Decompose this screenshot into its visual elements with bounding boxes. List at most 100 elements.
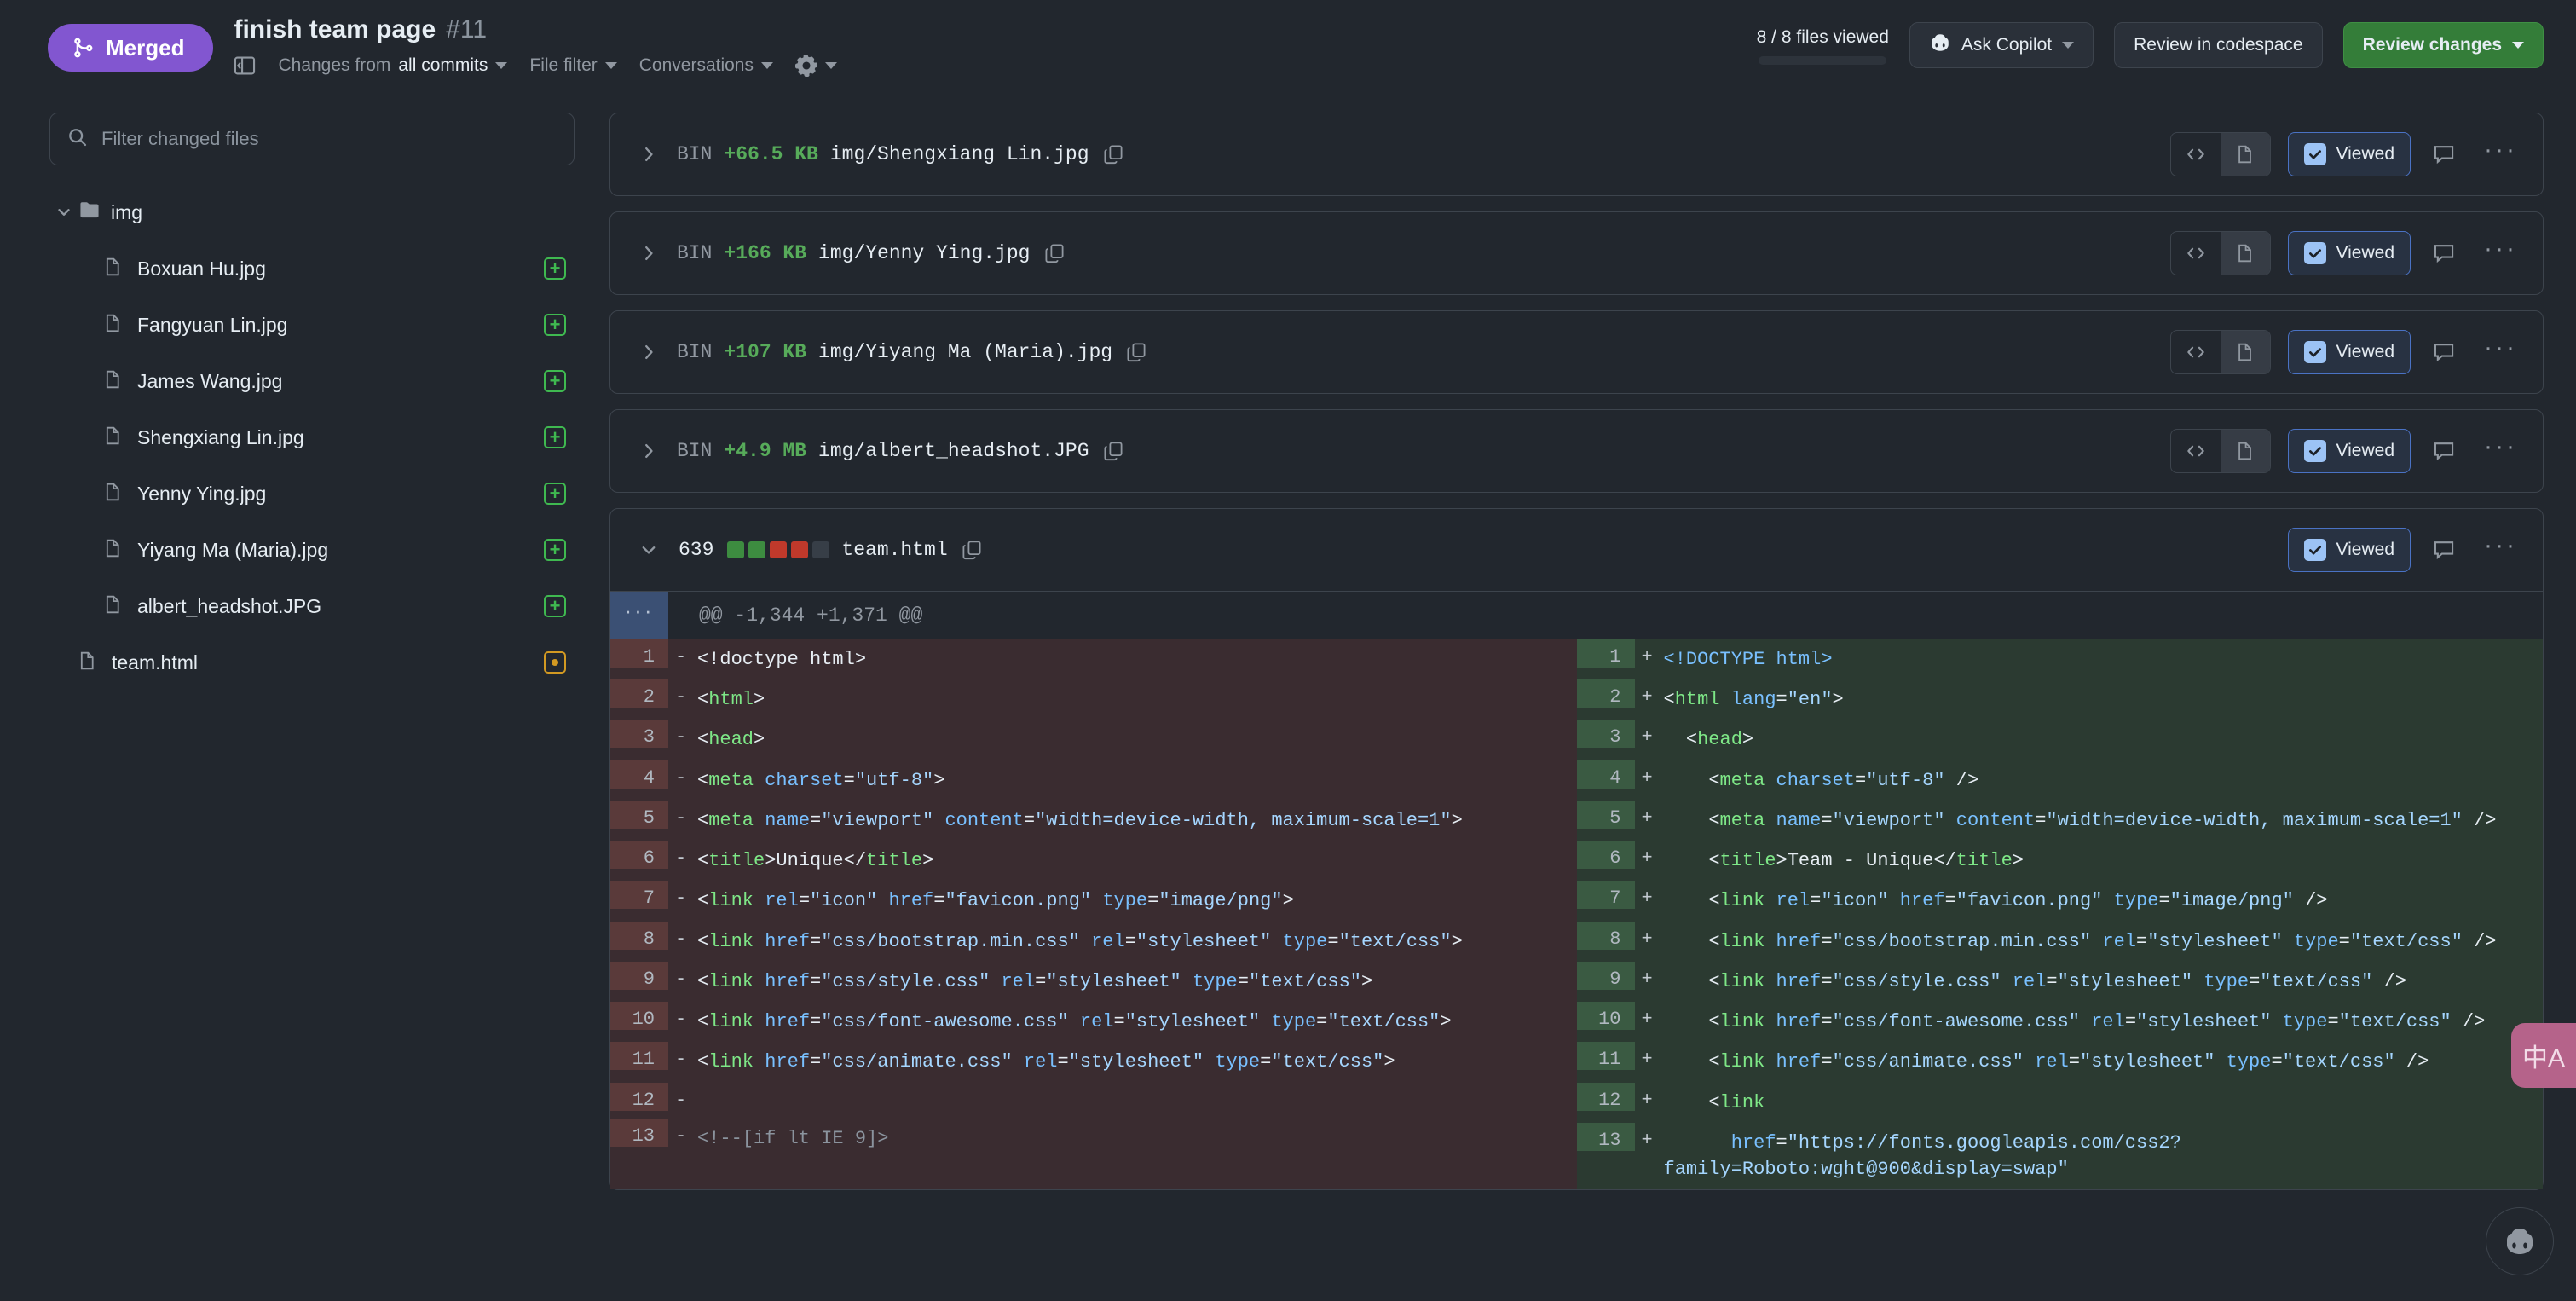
diff-line[interactable]: 2-<html>	[610, 679, 1577, 720]
diff-line[interactable]: 7-<link rel="icon" href="favicon.png" ty…	[610, 881, 1577, 921]
diff-line-sign: -	[668, 801, 694, 829]
diff-line[interactable]: 6+ <title>Team - Unique</title>	[1577, 841, 2544, 881]
more-options-icon[interactable]: ···	[2477, 245, 2524, 262]
more-options-icon[interactable]: ···	[2477, 344, 2524, 361]
diff-line[interactable]: 3+ <head>	[1577, 720, 2544, 760]
diff-line[interactable]: 5+ <meta name="viewport" content="width=…	[1577, 801, 2544, 841]
diff-line[interactable]: 7+ <link rel="icon" href="favicon.png" t…	[1577, 881, 2544, 921]
diff-line[interactable]: 10+ <link href="css/font-awesome.css" re…	[1577, 1002, 2544, 1042]
ask-copilot-label: Ask Copilot	[1961, 35, 2052, 55]
diff-line-sign: +	[1635, 1083, 1661, 1111]
filter-changed-files-input[interactable]: Filter changed files	[49, 113, 575, 165]
ask-copilot-button[interactable]: Ask Copilot	[1909, 22, 2094, 68]
viewed-checkbox[interactable]: Viewed	[2288, 231, 2411, 275]
copy-icon[interactable]	[1126, 342, 1146, 362]
rendered-view-button[interactable]	[2221, 232, 2270, 275]
code-view-button[interactable]	[2171, 133, 2221, 176]
diff-line-sign: -	[668, 720, 694, 748]
list-item[interactable]: Shengxiang Lin.jpg	[103, 409, 575, 465]
diff-line[interactable]: 13-<!--[if lt IE 9]>	[610, 1119, 1577, 1159]
pr-subtoolbar: Changes from all commits File filter Con…	[234, 55, 837, 77]
diff-line[interactable]: 1-<!doctype html>	[610, 639, 1577, 679]
diff-line[interactable]: 1+<!DOCTYPE html>	[1577, 639, 2544, 679]
diff-line-sign: +	[1635, 720, 1661, 748]
viewed-checkbox[interactable]: Viewed	[2288, 429, 2411, 473]
diff-line[interactable]: 2+<html lang="en">	[1577, 679, 2544, 720]
view-mode-toggle[interactable]	[2170, 330, 2271, 374]
chevron-right-icon[interactable]	[639, 145, 668, 164]
viewed-checkbox[interactable]: Viewed	[2288, 330, 2411, 374]
rendered-view-button[interactable]	[2221, 133, 2270, 176]
pull-request-files-page: Merged finish team page #11 Changes from…	[0, 0, 2576, 1301]
list-item-team-html[interactable]: team.html	[78, 634, 575, 691]
more-options-icon[interactable]: ···	[2477, 146, 2524, 163]
file-icon	[103, 257, 124, 281]
file-header-actions: Viewed ···	[2170, 330, 2524, 374]
diff-line[interactable]: 4+ <meta charset="utf-8" />	[1577, 760, 2544, 801]
panel-toggle-icon[interactable]	[234, 55, 256, 77]
viewed-checkbox[interactable]: Viewed	[2288, 528, 2411, 572]
comment-icon[interactable]	[2428, 539, 2460, 561]
chevron-right-icon[interactable]	[639, 244, 668, 263]
copy-icon[interactable]	[1103, 441, 1123, 461]
diff-line[interactable]: 10-<link href="css/font-awesome.css" rel…	[610, 1002, 1577, 1042]
status-added-icon	[544, 595, 566, 617]
chevron-right-icon[interactable]	[639, 442, 668, 460]
comment-icon[interactable]	[2428, 242, 2460, 264]
list-item[interactable]: Fangyuan Lin.jpg	[103, 297, 575, 353]
diff-line[interactable]: 11+ <link href="css/animate.css" rel="st…	[1577, 1042, 2544, 1082]
page-header: Merged finish team page #11 Changes from…	[0, 0, 2576, 101]
diff-line[interactable]: 11-<link href="css/animate.css" rel="sty…	[610, 1042, 1577, 1082]
list-item[interactable]: Yenny Ying.jpg	[103, 465, 575, 522]
diff-line[interactable]: 12+ <link	[1577, 1083, 2544, 1123]
view-mode-toggle[interactable]	[2170, 132, 2271, 176]
file-icon	[103, 482, 124, 506]
code-view-button[interactable]	[2171, 430, 2221, 472]
review-in-codespace-button[interactable]: Review in codespace	[2114, 22, 2322, 68]
diff-line[interactable]: 8+ <link href="css/bootstrap.min.css" re…	[1577, 922, 2544, 962]
file-header-actions: Viewed ···	[2288, 528, 2524, 572]
chevron-down-icon[interactable]	[639, 541, 668, 559]
copilot-icon[interactable]	[2486, 1207, 2554, 1275]
review-changes-button[interactable]: Review changes	[2343, 22, 2544, 68]
translate-icon[interactable]: 中A	[2511, 1023, 2576, 1088]
diff-line[interactable]: 13+ href="https://fonts.googleapis.com/c…	[1577, 1123, 2544, 1189]
comment-icon[interactable]	[2428, 440, 2460, 462]
copy-icon[interactable]	[1044, 243, 1065, 263]
chevron-right-icon[interactable]	[639, 343, 668, 361]
view-mode-toggle[interactable]	[2170, 429, 2271, 473]
list-item[interactable]: James Wang.jpg	[103, 353, 575, 409]
diff-line[interactable]: 8-<link href="css/bootstrap.min.css" rel…	[610, 922, 1577, 962]
diff-line[interactable]: 4-<meta charset="utf-8">	[610, 760, 1577, 801]
changes-from-dropdown[interactable]: Changes from all commits	[278, 55, 507, 76]
comment-icon[interactable]	[2428, 341, 2460, 363]
viewed-checkbox[interactable]: Viewed	[2288, 132, 2411, 176]
rendered-view-button[interactable]	[2221, 430, 2270, 472]
diff-line[interactable]: 9+ <link href="css/style.css" rel="style…	[1577, 962, 2544, 1002]
copy-icon[interactable]	[962, 540, 982, 560]
list-item[interactable]: Boxuan Hu.jpg	[103, 240, 575, 297]
diff-settings-dropdown[interactable]	[795, 55, 837, 77]
file-filter-dropdown[interactable]: File filter	[529, 55, 616, 76]
diff-line[interactable]: 5-<meta name="viewport" content="width=d…	[610, 801, 1577, 841]
copy-icon[interactable]	[1103, 144, 1123, 165]
expand-hunk-button[interactable]: ···	[610, 592, 668, 639]
view-mode-toggle[interactable]	[2170, 231, 2271, 275]
diff-line[interactable]: 9-<link href="css/style.css" rel="styles…	[610, 962, 1577, 1002]
more-options-icon[interactable]: ···	[2477, 442, 2524, 460]
comment-icon[interactable]	[2428, 143, 2460, 165]
file-name: Shengxiang Lin.jpg	[137, 426, 544, 449]
diff-line[interactable]: 12-	[610, 1083, 1577, 1119]
rendered-view-button[interactable]	[2221, 331, 2270, 373]
file-header: BIN +166 KB img/Yenny Ying.jpg Vie	[610, 212, 2543, 294]
diff-line[interactable]: 3-<head>	[610, 720, 1577, 760]
more-options-icon[interactable]: ···	[2477, 541, 2524, 558]
diff-line[interactable]: 6-<title>Unique</title>	[610, 841, 1577, 881]
conversations-dropdown[interactable]: Conversations	[639, 55, 773, 76]
code-view-button[interactable]	[2171, 232, 2221, 275]
list-item[interactable]: Yiyang Ma (Maria).jpg	[103, 522, 575, 578]
diff-line-sign: +	[1635, 639, 1661, 668]
code-view-button[interactable]	[2171, 331, 2221, 373]
tree-folder-img[interactable]: img	[49, 184, 575, 240]
list-item[interactable]: albert_headshot.JPG	[103, 578, 575, 634]
